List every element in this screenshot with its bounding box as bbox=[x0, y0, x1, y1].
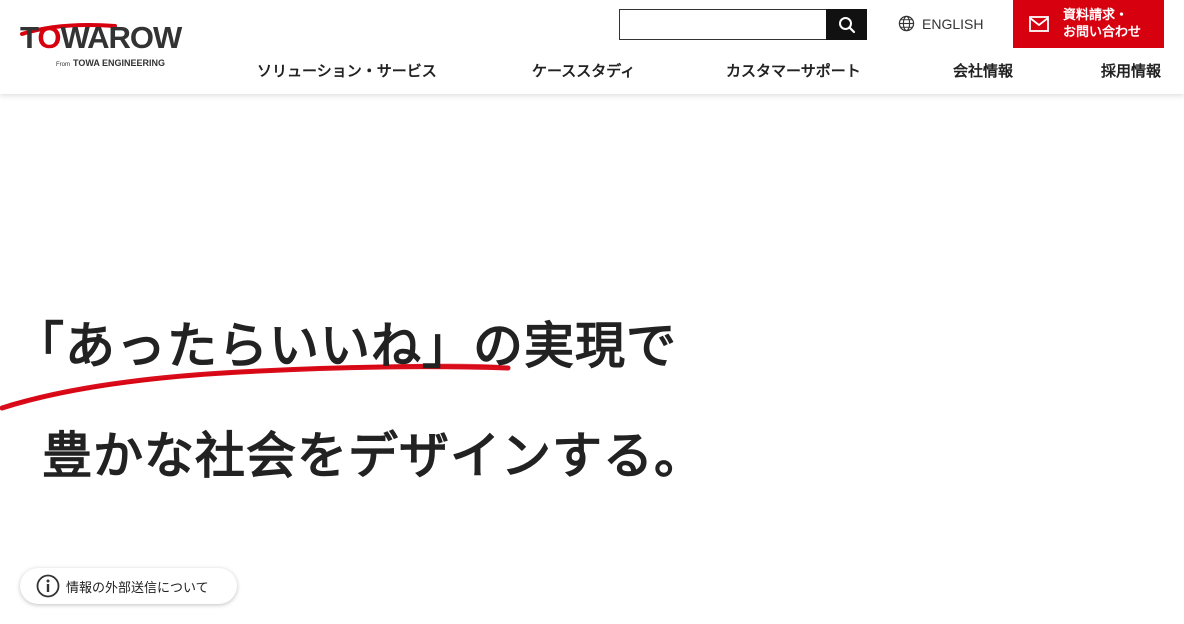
nav-item-solutions[interactable]: ソリューション・サービス bbox=[257, 60, 437, 81]
contact-label: 資料請求・ お問い合わせ bbox=[1063, 7, 1141, 41]
hero-headline-line1: 「あったらいいね」の実現で bbox=[14, 317, 677, 375]
language-label: ENGLISH bbox=[922, 15, 984, 32]
logo-wordmark: TOWAROW bbox=[20, 20, 182, 55]
nav-item-company[interactable]: 会社情報 bbox=[953, 60, 1013, 81]
mail-icon bbox=[1029, 16, 1049, 32]
globe-icon bbox=[898, 15, 915, 32]
contact-button[interactable]: 資料請求・ お問い合わせ bbox=[1013, 0, 1164, 48]
search-icon bbox=[838, 16, 855, 33]
nav-item-recruit[interactable]: 採用情報 bbox=[1101, 60, 1161, 81]
search-input[interactable] bbox=[619, 9, 827, 40]
hero-section: 「あったらいいね」の実現で 豊かな社会をデザインする。 bbox=[0, 94, 1184, 624]
site-search bbox=[619, 9, 867, 40]
external-transmission-info-button[interactable]: 情報の外部送信について bbox=[20, 568, 237, 604]
contact-label-line2: お問い合わせ bbox=[1063, 25, 1142, 40]
info-icon bbox=[36, 574, 60, 598]
nav-item-case-study[interactable]: ケーススタディ bbox=[532, 60, 635, 81]
info-label: 情報の外部送信について bbox=[66, 580, 209, 596]
site-header: TOWAROW From TOWA ENGINEERING ENGLISH 資料請… bbox=[0, 0, 1184, 94]
nav-item-customer-support[interactable]: カスタマーサポート bbox=[726, 60, 861, 81]
global-nav: ソリューション・サービス ケーススタディ カスタマーサポート 会社情報 採用情報 bbox=[0, 60, 1184, 84]
language-switch[interactable]: ENGLISH bbox=[898, 15, 983, 32]
search-button[interactable] bbox=[826, 9, 867, 40]
contact-label-line1: 資料請求・ bbox=[1063, 8, 1129, 23]
hero-headline-line2: 豊かな社会をデザインする。 bbox=[42, 427, 705, 485]
